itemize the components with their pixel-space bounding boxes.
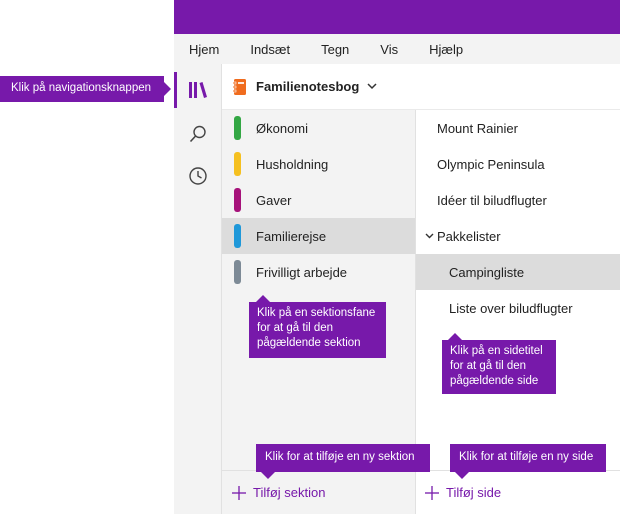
tab-hjem[interactable]: Hjem: [189, 42, 219, 57]
recent-notes-button[interactable]: [174, 154, 222, 198]
page-label: Pakkelister: [437, 228, 501, 244]
section-husholdning[interactable]: Husholdning: [222, 146, 415, 182]
page-label: Idéer til biludflugter: [437, 192, 547, 208]
section-label: Gaver: [256, 192, 292, 208]
notebooks-icon: [189, 82, 207, 98]
search-icon: [189, 125, 206, 143]
add-page-button[interactable]: Tilføj side: [415, 470, 620, 514]
callout-pointer: [455, 472, 469, 479]
section-tab-icon: [234, 116, 241, 140]
callout-section: Klik på en sektionsfane for at gå til de…: [249, 295, 386, 358]
tab-hjaelp[interactable]: Hjælp: [429, 42, 463, 57]
search-button[interactable]: [174, 112, 222, 156]
plus-icon: [424, 485, 440, 501]
chevron-down-icon[interactable]: [422, 233, 436, 239]
page-label: Mount Rainier: [437, 120, 518, 136]
callout-text: Klik på en sektionsfane for at gå til de…: [257, 307, 376, 349]
recent-icon: [189, 167, 207, 185]
add-section-button[interactable]: Tilføj sektion: [222, 470, 415, 514]
section-frivilligt-arbejde[interactable]: Frivilligt arbejde: [222, 254, 415, 290]
page-olympic-peninsula[interactable]: Olympic Peninsula: [416, 146, 620, 182]
callout-text: Klik på navigationsknappen: [11, 82, 152, 94]
callout-pointer: [164, 82, 171, 96]
section-tab-icon: [234, 188, 241, 212]
callout-pointer: [256, 295, 270, 302]
tab-tegn[interactable]: Tegn: [321, 42, 349, 57]
section-label: Familierejse: [256, 228, 327, 244]
callout-text: Klik for at tilføje en ny sektion: [265, 451, 415, 463]
notebooks-button[interactable]: [174, 68, 222, 112]
page-pakkelister[interactable]: Pakkelister: [416, 218, 620, 254]
add-section-label: Tilføj sektion: [253, 485, 326, 500]
section-tab-icon: [234, 224, 241, 248]
page-label: Campingliste: [449, 264, 525, 280]
tab-indsaet[interactable]: Indsæt: [250, 42, 290, 57]
callout-text: Klik på en sidetitel for at gå til den p…: [450, 345, 543, 387]
callout-add-page: Klik for at tilføje en ny side: [450, 444, 606, 479]
title-bar: [174, 0, 620, 34]
plus-icon: [231, 485, 247, 501]
section-label: Husholdning: [256, 156, 329, 172]
section-gaver[interactable]: Gaver: [222, 182, 415, 218]
page-label: Liste over biludflugter: [449, 300, 573, 316]
section-label: Frivilligt arbejde: [256, 264, 348, 280]
ribbon-tabs: Hjem Indsæt Tegn Vis Hjælp: [174, 34, 620, 64]
pages-pane: Mount Rainier Olympic Peninsula Idéer ti…: [415, 110, 620, 470]
sections-pane: Økonomi Husholdning Gaver Familierejse F…: [222, 110, 415, 470]
page-label: Olympic Peninsula: [437, 156, 545, 172]
section-okonomi[interactable]: Økonomi: [222, 110, 415, 146]
callout-pointer: [448, 333, 462, 340]
section-familierejse[interactable]: Familierejse: [222, 218, 415, 254]
page-liste-over-biludflugter[interactable]: Liste over biludflugter: [416, 290, 620, 326]
page-mount-rainier[interactable]: Mount Rainier: [416, 110, 620, 146]
callout-navigation: Klik på navigationsknappen: [0, 76, 171, 102]
page-ideer-til-biludflugter[interactable]: Idéer til biludflugter: [416, 182, 620, 218]
notebook-icon: [233, 78, 246, 95]
navigation-rail: [174, 64, 222, 514]
callout-pointer: [261, 472, 275, 479]
add-page-label: Tilføj side: [446, 485, 502, 500]
notebook-picker[interactable]: Familienotesbog: [222, 64, 620, 110]
callout-add-section: Klik for at tilføje en ny sektion: [256, 444, 430, 479]
section-tab-icon: [234, 260, 241, 284]
notebook-title: Familienotesbog: [256, 79, 360, 94]
callout-page: Klik på en sidetitel for at gå til den p…: [442, 333, 556, 394]
callout-text: Klik for at tilføje en ny side: [459, 451, 594, 463]
section-tab-icon: [234, 152, 241, 176]
section-label: Økonomi: [256, 120, 309, 136]
chevron-down-icon: [367, 83, 377, 90]
tab-vis[interactable]: Vis: [380, 42, 398, 57]
page-campingliste[interactable]: Campingliste: [416, 254, 620, 290]
